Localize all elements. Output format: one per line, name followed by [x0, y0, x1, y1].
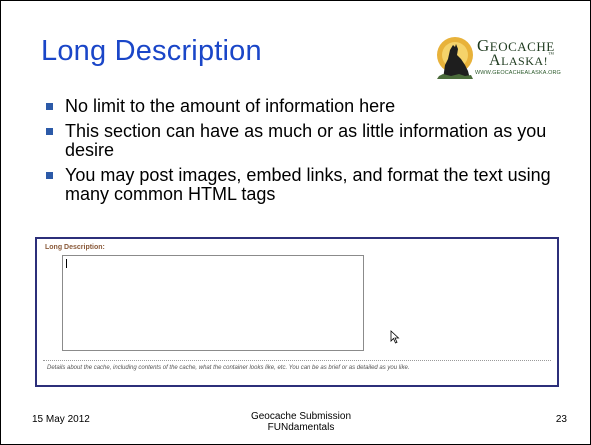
footer-title: Geocache Submission FUNdamentals: [250, 411, 352, 433]
page-number: 23: [555, 414, 567, 425]
bullet-item: You may post images, embed links, and fo…: [45, 166, 565, 204]
text-caret: [66, 259, 67, 268]
geocache-alaska-logo: GEOCACHE ALASKA!™ WWW.GEOCACHEALASKA.ORG: [435, 35, 569, 83]
square-bullet-icon: [46, 103, 53, 110]
howling-wolf-icon: [437, 37, 473, 79]
long-description-label: Long Description:: [45, 244, 105, 251]
slide: Long Description GEOCACHE ALASKA!™ WWW.G…: [0, 0, 591, 445]
logo-text-alaska: ALASKA!™: [489, 52, 555, 69]
mouse-pointer-icon: [390, 330, 400, 344]
long-description-textarea[interactable]: [62, 255, 364, 351]
bullet-item: No limit to the amount of information he…: [45, 97, 565, 116]
slide-title: Long Description: [41, 35, 262, 67]
square-bullet-icon: [46, 172, 53, 179]
logo-url: WWW.GEOCACHEALASKA.ORG: [475, 70, 561, 76]
embedded-form-screenshot: Long Description: Details about the cach…: [35, 237, 559, 387]
bullet-list: No limit to the amount of information he…: [45, 97, 565, 210]
bullet-item: This section can have as much or as litt…: [45, 122, 565, 160]
divider: [43, 360, 551, 361]
long-description-help-text: Details about the cache, including conte…: [47, 365, 410, 371]
footer-date: 15 May 2012: [32, 414, 90, 425]
square-bullet-icon: [46, 128, 53, 135]
